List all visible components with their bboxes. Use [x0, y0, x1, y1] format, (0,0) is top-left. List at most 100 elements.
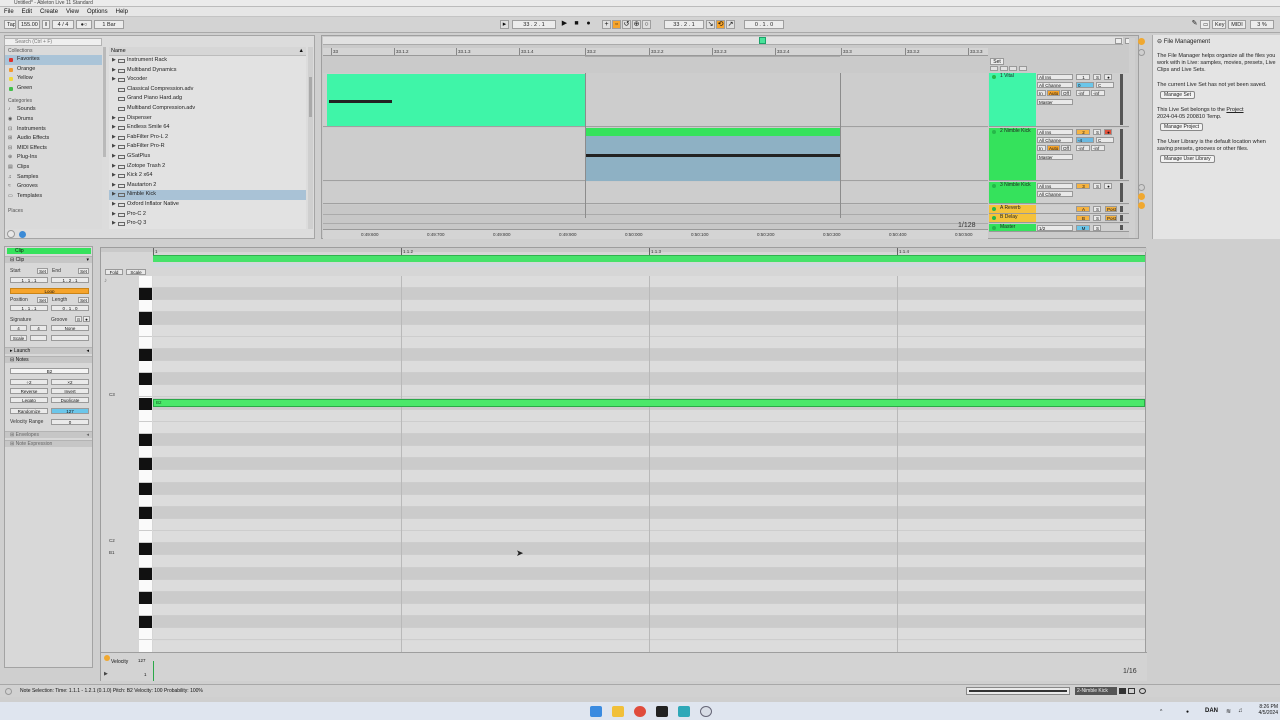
black-key[interactable] — [139, 312, 152, 325]
white-key[interactable] — [139, 531, 152, 544]
browser-item[interactable]: ▶ FabFilter Pro-L 2 — [109, 133, 306, 143]
file-list-scrollbar[interactable] — [308, 47, 313, 229]
duplicate-button[interactable]: Duplicate — [51, 397, 89, 403]
menu-view[interactable]: View — [62, 7, 83, 17]
arrangement-overview[interactable] — [323, 37, 1123, 45]
solo-button[interactable]: S — [1093, 215, 1101, 221]
returns-toggle-icon[interactable] — [1138, 184, 1145, 191]
set-end-button[interactable]: Set — [78, 268, 89, 274]
project-link[interactable]: Project — [1226, 107, 1243, 113]
black-key[interactable] — [139, 591, 152, 605]
clip-header[interactable]: Clip — [7, 248, 91, 254]
scale-highlight-button[interactable]: Scale — [126, 269, 146, 275]
solo-button[interactable]: S — [1093, 183, 1101, 189]
menu-file[interactable]: File — [0, 7, 18, 17]
sidebar-scrollbar[interactable] — [103, 47, 106, 157]
black-key[interactable] — [139, 543, 152, 556]
language-indicator[interactable]: DAN — [1205, 708, 1218, 714]
white-key[interactable] — [139, 361, 152, 374]
draw-mode-icon[interactable]: ✎ — [1190, 20, 1199, 29]
expand-arrow-icon[interactable]: ▶ — [112, 75, 116, 85]
black-key[interactable] — [139, 482, 152, 495]
send-a[interactable]: -inf — [1076, 90, 1090, 96]
follow-button[interactable]: ▸ — [500, 20, 509, 29]
track-activator-button[interactable]: 1 — [1076, 74, 1090, 80]
track-activator-button[interactable]: 3 — [1076, 183, 1090, 189]
solo-button[interactable]: S — [1093, 74, 1101, 80]
expand-arrow-icon[interactable]: ▶ — [112, 66, 116, 76]
expand-arrow-icon[interactable]: ▶ — [112, 210, 116, 220]
browser-item[interactable]: ▶ Kick 2 x64 — [109, 171, 306, 181]
launch-section-header[interactable]: ▸ Launch ◂ — [5, 347, 92, 354]
punch-out-button[interactable]: ↗ — [726, 20, 735, 29]
expand-arrow-icon[interactable]: ▶ — [112, 123, 116, 133]
loop-toggle[interactable]: Loop — [10, 288, 89, 294]
velocity-marker[interactable] — [153, 661, 154, 681]
black-key[interactable] — [139, 458, 152, 471]
browser-item[interactable]: Multiband Compression.adv — [109, 104, 306, 114]
browser-item[interactable]: ▶ FabFilter Pro-R — [109, 142, 306, 152]
category-plug-ins[interactable]: ⊕ Plug-Ins — [5, 153, 102, 163]
lane-toggle-icon[interactable] — [104, 655, 110, 661]
lane-expand-icon[interactable]: ▶ — [104, 671, 108, 677]
quantization-menu[interactable]: 1 Bar — [94, 20, 124, 29]
set-start-button[interactable]: Set — [37, 268, 48, 274]
overview-zoom-button[interactable] — [1115, 38, 1122, 44]
arrangement-view-icon[interactable] — [1119, 688, 1126, 694]
reverse-button[interactable]: Reverse — [10, 388, 48, 394]
loop-length-field[interactable]: 0 . 1 . 0 — [744, 20, 784, 29]
menu-edit[interactable]: Edit — [18, 7, 36, 17]
overdub-indicator-icon[interactable] — [1138, 38, 1145, 45]
commit-groove-icon[interactable]: ● — [83, 316, 90, 322]
white-key[interactable] — [139, 580, 152, 592]
input-type-select[interactable]: All Ins — [1037, 183, 1073, 189]
white-key[interactable] — [139, 337, 152, 349]
loop-bar[interactable] — [153, 255, 1145, 262]
manage-project-button[interactable]: Manage Project — [1160, 123, 1204, 131]
white-key[interactable] — [139, 385, 152, 398]
post-button[interactable]: Post — [1105, 215, 1117, 221]
browser-item[interactable]: ▶ Multiband Dynamics — [109, 66, 306, 76]
expand-arrow-icon[interactable]: ▶ — [112, 152, 116, 162]
monitor-auto-button[interactable]: Auto — [1047, 90, 1060, 96]
category-grooves[interactable]: ≈ Grooves — [5, 182, 102, 192]
browser-item[interactable]: ▶ iZotope Trash 2 — [109, 162, 306, 172]
white-key[interactable] — [139, 519, 152, 532]
editor-beat-ruler[interactable]: 1 1.1.2 1.1.3 1.1.4 — [153, 248, 1145, 256]
beat-time-ruler[interactable]: 33 33.1.2 33.1.3 33.1.4 33.2 33.2.2 33.2.3 33.2… — [323, 48, 988, 56]
menu-create[interactable]: Create — [36, 7, 62, 17]
status-toggle-icon[interactable] — [5, 688, 12, 695]
input-channel-select[interactable]: All Channe — [1037, 191, 1073, 197]
io-toggle-icon[interactable] — [1138, 49, 1145, 56]
name-column-header[interactable]: Name ▲ — [109, 47, 306, 56]
expand-arrow-icon[interactable]: ▶ — [112, 219, 116, 229]
length-field[interactable]: 0 . 1 . 0 — [51, 305, 89, 311]
track-lane-1[interactable] — [323, 73, 988, 127]
expand-arrow-icon[interactable]: ▶ — [112, 181, 116, 191]
add-place-icon[interactable] — [19, 231, 26, 238]
track-header-b-delay[interactable]: B Delay B S Post — [989, 214, 1129, 223]
stop-button[interactable]: ■ — [572, 20, 581, 29]
expand-arrow-icon[interactable]: ▶ — [112, 142, 116, 152]
live-icon[interactable] — [678, 706, 690, 717]
expand-arrow-icon[interactable]: ▶ — [112, 190, 116, 200]
signature-numerator[interactable]: 4 — [10, 325, 27, 331]
white-key[interactable] — [139, 446, 152, 459]
envelopes-section-header[interactable]: ⊞ Envelopes ◂ — [5, 431, 92, 438]
browser-item[interactable]: ▶ Nimble Kick — [109, 190, 306, 200]
category-instruments[interactable]: ⊡ Instruments — [5, 125, 102, 135]
play-button[interactable]: ▶ — [560, 20, 569, 29]
track-pan[interactable]: C — [1096, 82, 1114, 88]
note-grid[interactable] — [153, 276, 1145, 652]
track-pan[interactable]: C — [1096, 137, 1114, 143]
white-key[interactable] — [139, 276, 152, 289]
browser-collapse-icon[interactable] — [7, 230, 15, 238]
browser-item[interactable]: Grand Piano Hard.adg — [109, 94, 306, 104]
expand-arrow-icon[interactable]: ▶ — [112, 114, 116, 124]
double-length-button[interactable]: ×2 — [51, 379, 89, 385]
key-map-button[interactable]: Key — [1212, 20, 1226, 29]
category-midi-effects[interactable]: ⊟ MIDI Effects — [5, 144, 102, 154]
session-record-button[interactable]: ○ — [642, 20, 651, 29]
legato-button[interactable]: Legato — [10, 397, 48, 403]
arm-button[interactable]: ● — [1104, 129, 1112, 135]
